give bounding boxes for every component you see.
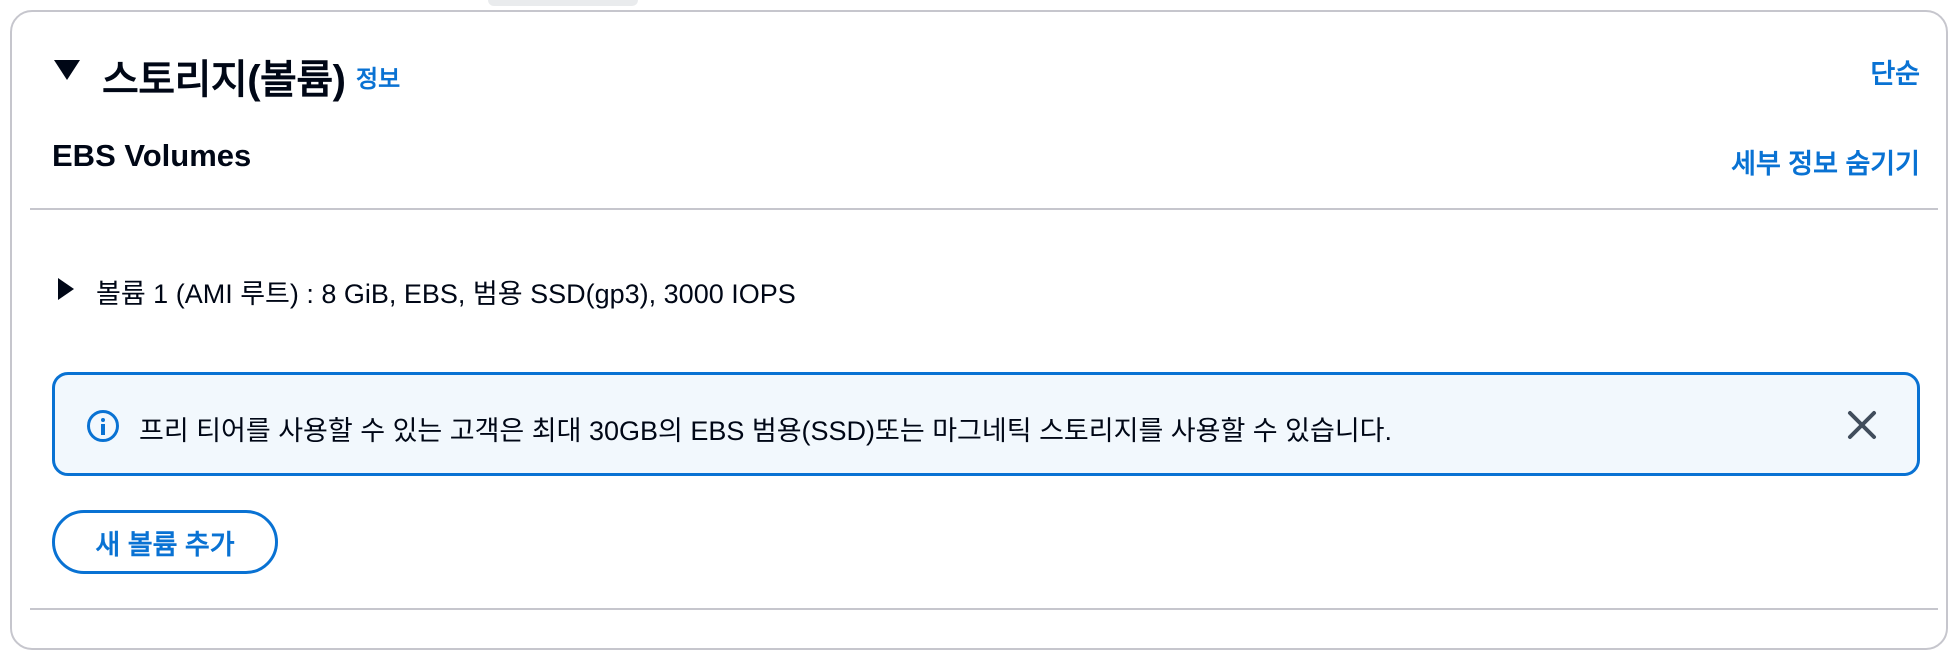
info-icon [87, 410, 119, 442]
alert-message: 프리 티어를 사용할 수 있는 고객은 최대 30GB의 EBS 범용(SSD)… [139, 416, 1393, 446]
simple-mode-link[interactable]: 단순 [1870, 52, 1920, 91]
scroll-shadow [488, 0, 638, 6]
storage-section-header: 스토리지(볼륨) 정보 단순 [12, 12, 1946, 132]
divider [30, 608, 1938, 610]
volume-summary: 볼륨 1 (AMI 루트) : 8 GiB, EBS, 범용 SSD(gp3),… [96, 279, 796, 309]
caret-down-icon[interactable] [54, 60, 80, 80]
info-link[interactable]: 정보 [356, 59, 400, 94]
free-tier-info-alert: 프리 티어를 사용할 수 있는 고객은 최대 30GB의 EBS 범용(SSD)… [52, 372, 1920, 476]
volume-1-row[interactable]: 볼륨 1 (AMI 루트) : 8 GiB, EBS, 범용 SSD(gp3),… [58, 272, 796, 311]
hide-details-link[interactable]: 세부 정보 숨기기 [1731, 142, 1920, 181]
section-title: 스토리지(볼륨) [102, 58, 346, 102]
add-volume-button[interactable]: 새 볼륨 추가 [52, 510, 278, 574]
storage-panel: 스토리지(볼륨) 정보 단순 EBS Volumes 세부 정보 숨기기 볼륨 … [10, 10, 1948, 650]
close-icon[interactable] [1845, 408, 1879, 442]
ebs-volumes-title: EBS Volumes [52, 138, 252, 173]
caret-right-icon[interactable] [58, 277, 74, 300]
divider [30, 208, 1938, 210]
